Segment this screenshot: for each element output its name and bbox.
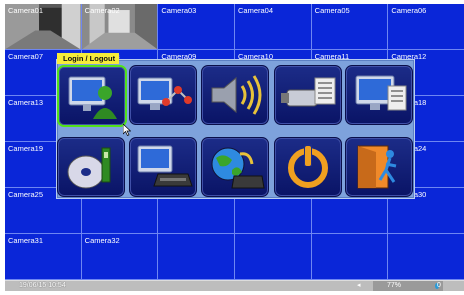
status-datetime: 19/06/15 10:54 (19, 282, 66, 289)
camera-cell[interactable]: Camera32 (81, 234, 159, 280)
camera-label: Camera07 (8, 52, 44, 61)
camera-label: Camera02 (84, 6, 120, 15)
volume-marker: ◂ (357, 282, 361, 289)
camera-cell[interactable]: Camera04 (234, 4, 312, 50)
camera-label: Camera03 (161, 6, 197, 15)
camera-cell[interactable]: Camera02 (81, 4, 159, 50)
camera-label: Camera06 (391, 6, 427, 15)
camera-cell[interactable]: Camera06 (388, 4, 464, 50)
camera-cell[interactable]: Camera05 (311, 4, 389, 50)
mouse-cursor-icon (123, 124, 131, 136)
menu-tile-button[interactable] (345, 137, 413, 197)
menu-tile-button[interactable] (129, 65, 197, 125)
empty-cell (234, 234, 312, 280)
menu-tile-button[interactable] (57, 65, 127, 127)
status-bar: 19/06/15 10:54 ◂ 77% 0 (5, 280, 464, 291)
empty-cell (388, 234, 464, 280)
camera-label: Camera05 (314, 6, 350, 15)
recorder-device-icon (137, 145, 193, 187)
menu-tile-button[interactable] (345, 65, 413, 125)
camera-settings-icon (281, 77, 336, 107)
camera-label: Camera04 (237, 6, 274, 15)
hdd-usage-percent: 77% (387, 282, 402, 289)
menu-tile-button[interactable] (201, 65, 269, 125)
network-monitor-icon (137, 77, 192, 110)
menu-tile-button[interactable] (274, 65, 342, 125)
power-icon (288, 144, 328, 188)
menu-tile-button[interactable] (129, 137, 197, 197)
menu-tile-button[interactable] (57, 137, 125, 197)
globe-network-icon (211, 147, 265, 189)
camera-cell[interactable]: Camera01 (5, 4, 82, 50)
camera-label: Camera19 (8, 144, 44, 153)
camera-label: Camera31 (8, 236, 44, 245)
camera-label: Camera32 (84, 236, 120, 245)
menu-tile-button[interactable] (201, 137, 269, 197)
display-settings-icon (355, 75, 407, 111)
menu-tile-button[interactable] (274, 137, 342, 197)
disc-backup-icon (67, 147, 111, 189)
camera-cell[interactable]: Camera03 (158, 4, 235, 50)
empty-cell (311, 234, 389, 280)
camera-label: Camera01 (8, 6, 44, 15)
camera-label: Camera25 (8, 190, 44, 199)
speaker-audio-icon (211, 75, 262, 115)
exit-door-icon (357, 145, 397, 189)
empty-cell (158, 234, 235, 280)
login-user-icon (68, 76, 117, 119)
menu-title: Login / Logout (57, 53, 120, 64)
hdd-usage-bar: 77% (373, 281, 443, 291)
camera-cell[interactable]: Camera31 (5, 234, 82, 280)
status-count: 0 (437, 282, 441, 289)
camera-label: Camera13 (8, 98, 44, 107)
